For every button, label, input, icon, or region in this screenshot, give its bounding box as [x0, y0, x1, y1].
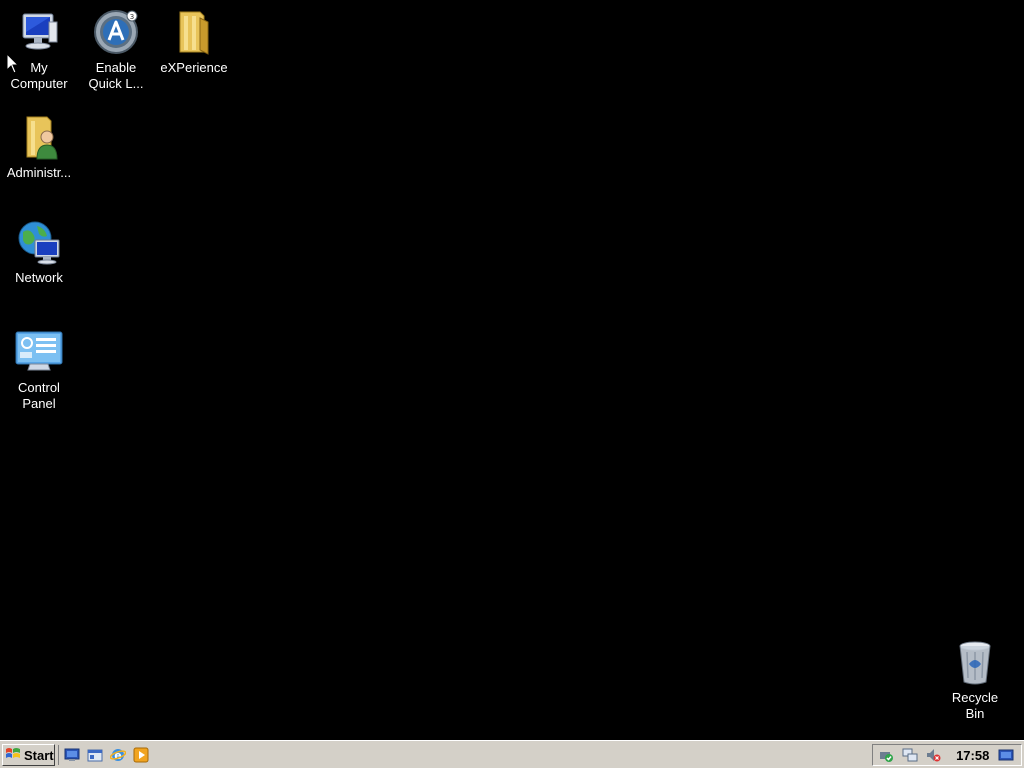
folder-icon: [168, 6, 220, 58]
internet-explorer-icon[interactable]: e: [109, 746, 127, 764]
taskbar: Start e 17:58: [0, 740, 1024, 768]
volume-muted-icon[interactable]: [924, 746, 942, 764]
enable-quick-launch-shortcut[interactable]: 3 Enable Quick L...: [77, 6, 155, 92]
start-label: Start: [24, 747, 54, 763]
windows-logo-icon: [5, 747, 21, 764]
administrator-folder-shortcut[interactable]: Administr...: [0, 111, 78, 181]
computer-icon: [13, 6, 65, 58]
desktop[interactable]: My Computer 3 Enable Quick L... eXPerien…: [0, 0, 1024, 740]
network-icon: [13, 216, 65, 268]
control-panel-label: Control Panel: [18, 380, 60, 411]
my-computer-shortcut[interactable]: My Computer: [0, 6, 78, 92]
svg-text:3: 3: [130, 13, 134, 21]
enable-quick-launch-label: Enable Quick L...: [88, 60, 144, 91]
show-desktop-icon[interactable]: [63, 746, 81, 764]
network-status-icon[interactable]: [901, 746, 919, 764]
media-player-icon[interactable]: [132, 746, 150, 764]
experience-label: eXPerience: [160, 60, 228, 75]
recycle-bin-icon: [949, 636, 1001, 688]
control-panel-icon: [13, 326, 65, 378]
network-shortcut[interactable]: Network: [0, 216, 78, 286]
autoit-icon: 3: [90, 6, 142, 58]
user-folder-icon: [13, 111, 65, 163]
control-panel-shortcut[interactable]: Control Panel: [0, 326, 78, 412]
safely-remove-icon[interactable]: [877, 746, 895, 764]
desktop-icon[interactable]: [997, 746, 1015, 764]
explorer-icon[interactable]: [86, 746, 104, 764]
system-tray: 17:58: [872, 744, 1022, 766]
recycle-bin-shortcut[interactable]: Recycle Bin: [936, 636, 1014, 722]
experience-folder-shortcut[interactable]: eXPerience: [155, 6, 233, 76]
recycle-bin-label: Recycle Bin: [951, 690, 999, 721]
administrator-label: Administr...: [6, 165, 72, 180]
network-label: Network: [15, 270, 63, 285]
start-button[interactable]: Start: [2, 744, 55, 766]
quick-launch-toolbar: e: [58, 745, 155, 765]
clock[interactable]: 17:58: [956, 748, 989, 763]
mouse-cursor-icon: [6, 52, 20, 75]
